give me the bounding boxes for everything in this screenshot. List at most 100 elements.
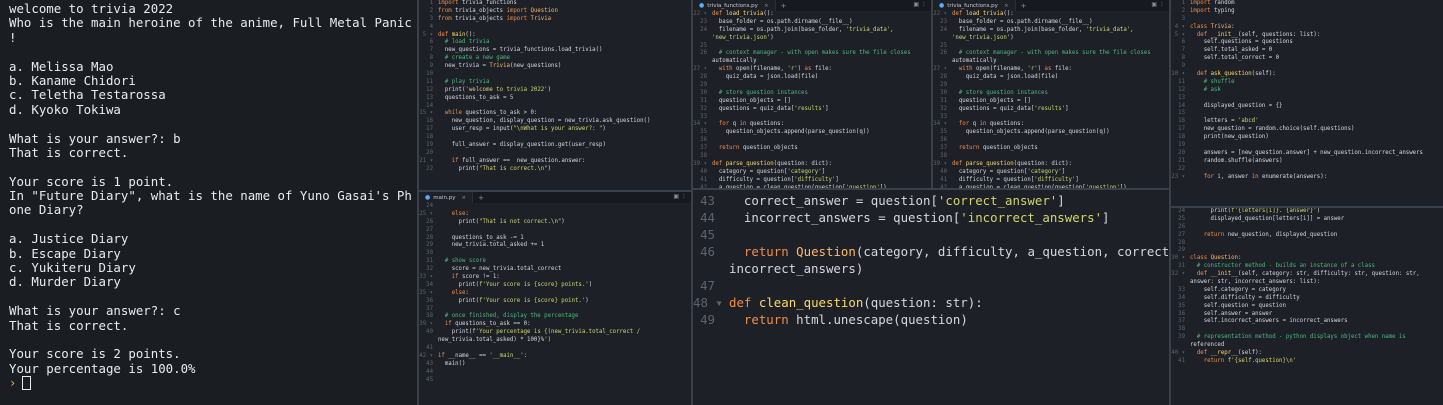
code-line[interactable]: 38 [933,153,1169,161]
code-line[interactable]: 28 questions_to_ask -= 1 [419,235,691,243]
code-line[interactable]: 40 category = question['category'] [933,169,1169,177]
code-line[interactable]: 6 self.questions = questions [1171,39,1443,47]
code-line[interactable]: 47 [693,277,1169,294]
code-line[interactable]: 46 return Question(category, difficulty,… [693,243,1169,260]
code-line[interactable]: 39 ▾ if questions_to_ask == 0: [419,321,691,329]
code-line[interactable]: 27 ▾ with open(filename, 'r') as file: [693,66,931,74]
code-area[interactable]: 22 ▾ def load_trivia(): 23 base_folder = o… [933,11,1169,188]
code-line[interactable]: 30 # store question instances [933,90,1169,98]
editor-functions-zoom[interactable]: 43 correct_answer = question['correct_an… [693,190,1169,405]
code-line[interactable]: 36 self.answer = answer [1171,311,1443,319]
terminal-prompt-row[interactable]: › [9,376,417,391]
code-line[interactable]: 21 random.shuffle(answers) [1171,158,1443,166]
code-line[interactable]: 17 new_question = random.choice(self.que… [1171,126,1443,134]
code-line[interactable]: 32 score = new_trivia.total_correct [419,266,691,274]
code-line[interactable]: 49 return html.unescape(question) [693,311,1169,328]
code-line[interactable]: 32 questions = quiz_data['results'] [933,106,1169,114]
code-line[interactable]: 5 ▾ def __init__(self, questions: list): [1171,32,1443,40]
code-line[interactable]: 40 ▾ def __repr__(self): [1171,350,1443,358]
code-line[interactable]: 25 [933,43,1169,51]
code-line[interactable]: 35 self.question = question [1171,303,1443,311]
code-line[interactable]: 3 [1171,16,1443,24]
code-line[interactable]: 15 [1171,110,1443,118]
code-line[interactable]: 31 question_objects = [] [933,98,1169,106]
code-line[interactable]: 40 category = question['category'] [693,169,931,177]
add-tab-button[interactable]: + [1021,2,1027,10]
code-line[interactable]: 36 print(f'Your score is {score} point.'… [419,298,691,306]
code-line[interactable]: 33 [933,114,1169,122]
code-line[interactable]: 16 new_question, display_question = new_… [419,118,691,126]
code-line[interactable]: 11 # shuffle [1171,79,1443,87]
code-line[interactable]: 6 # load trivia [419,39,691,47]
code-line[interactable]: 26 # context manager - with open makes s… [693,50,931,58]
code-line[interactable]: 22 print("That is correct.\n") [419,166,691,174]
code-line[interactable]: 'new_trivia.json') [933,35,1169,43]
code-line[interactable]: 28 quiz_data = json.load(file) [693,74,931,82]
code-line[interactable]: 4 ▾ class Trivia: [1171,24,1443,32]
code-line[interactable]: 37 return question_objects [933,145,1169,153]
code-line[interactable]: 2 import typing [1171,8,1443,16]
code-line[interactable]: 24 [419,203,691,211]
code-line[interactable]: 31 # show score [419,258,691,266]
code-line[interactable]: 39 ▾ def parse_question(question: dict): [693,161,931,169]
code-line[interactable]: 33 ▾ if score != 1: [419,274,691,282]
code-line[interactable]: 14 displayed_question = {} [1171,103,1443,111]
code-line[interactable]: 41 difficulty = question['difficulty'] [933,177,1169,185]
editor-main-bottom[interactable]: ● main.py × + ▣ ⋮ 24 25 ▾ else: 26 print("… [419,192,691,405]
code-line[interactable]: 27 ▾ with open(filename, 'r') as file: [933,66,1169,74]
code-line[interactable]: 34 ▾ for q in questions: [693,121,931,129]
code-line[interactable]: 43 correct_answer = question['correct_an… [693,192,1169,209]
code-line[interactable]: new_trivia.total_asked) * 100}%') [419,337,691,345]
code-line[interactable]: 9 [1171,63,1443,71]
code-line[interactable]: 14 [419,103,691,111]
code-line[interactable]: 10 [419,71,691,79]
code-line[interactable]: 26 # context manager - with open makes s… [933,50,1169,58]
code-line[interactable]: 25 ▾ else: [419,211,691,219]
code-line[interactable]: 38 [693,153,931,161]
code-line[interactable]: 27 return new_question, displayed_questi… [1171,232,1443,240]
code-line[interactable]: 45 [693,226,1169,243]
code-line[interactable]: 32 questions = quiz_data['results'] [693,106,931,114]
code-area[interactable]: 43 correct_answer = question['correct_an… [693,192,1169,328]
code-line[interactable]: 15 ▾ while questions_to_ask > 0: [419,110,691,118]
code-line[interactable]: 37 return question_objects [693,145,931,153]
code-line[interactable]: 24 filename = os.path.join(base_folder, … [933,27,1169,35]
pane-tools-icon[interactable]: ▣ ⋮ [1151,1,1165,8]
code-line[interactable]: 31 question_objects = [] [693,98,931,106]
code-area[interactable]: 22 ▾ def load_trivia(): 23 base_folder = o… [693,11,931,188]
code-line[interactable]: 29 [933,82,1169,90]
code-line[interactable]: incorrect_answers) [693,260,1169,277]
code-line[interactable]: 16 letters = 'abcd' [1171,118,1443,126]
code-line[interactable]: 25 [693,43,931,51]
code-line[interactable]: 20 [419,150,691,158]
code-line[interactable]: 40 print(f'Your percentage is {(new_triv… [419,329,691,337]
code-line[interactable]: 8 # create a new game [419,55,691,63]
code-line[interactable]: 28 [1171,240,1443,248]
tab-trivia-functions-py[interactable]: ● trivia_functions.py × [693,0,776,11]
code-line[interactable]: 23 ▾ for i, answer in enumerate(answers)… [1171,174,1443,182]
code-line[interactable]: 9 new_trivia = Trivia(new_questions) [419,63,691,71]
code-line[interactable]: referenced [1171,342,1443,350]
code-line[interactable]: automatically [933,58,1169,66]
code-line[interactable]: 17 user_resp = input("\nWhat is your ans… [419,126,691,134]
code-line[interactable]: 33 self.category = category [1171,287,1443,295]
code-area[interactable]: 24 print(f'{letters[i]}. {answer}') 25 di… [1171,208,1443,366]
code-line[interactable]: 22 ▾ def load_trivia(): [933,11,1169,19]
close-icon[interactable]: × [462,195,467,201]
code-line[interactable]: 21 ▾ if full_answer == new_question.answ… [419,158,691,166]
code-area[interactable]: 24 25 ▾ else: 26 print("That is not correc… [419,203,691,384]
code-line[interactable]: 42 ▾ if __name__ == '__main__': [419,353,691,361]
code-line[interactable]: 34 ▾ for q in questions: [933,121,1169,129]
code-line[interactable]: 38 [1171,326,1443,334]
terminal-pane[interactable]: welcome to trivia 2022 Who is the main he… [0,0,417,405]
code-line[interactable]: 24 print(f'{letters[i]}. {answer}') [1171,208,1443,216]
tab-main-py[interactable]: ● main.py × [419,192,474,203]
code-line[interactable]: 48 ▾ def clean_question(question: str): [693,294,1169,311]
code-line[interactable]: 5 ▾ def main(): [419,32,691,40]
code-line[interactable]: 39 ▾ def parse_question(question: dict): [933,161,1169,169]
code-line[interactable]: 7 self.total_asked = 0 [1171,47,1443,55]
code-line[interactable]: 35 question_objects.append(parse_questio… [693,129,931,137]
code-line[interactable]: 29 [693,82,931,90]
pane-tools-icon[interactable]: ▣ ⋮ [673,193,687,200]
tab-trivia-functions-py[interactable]: ● trivia_functions.py × [933,0,1016,11]
